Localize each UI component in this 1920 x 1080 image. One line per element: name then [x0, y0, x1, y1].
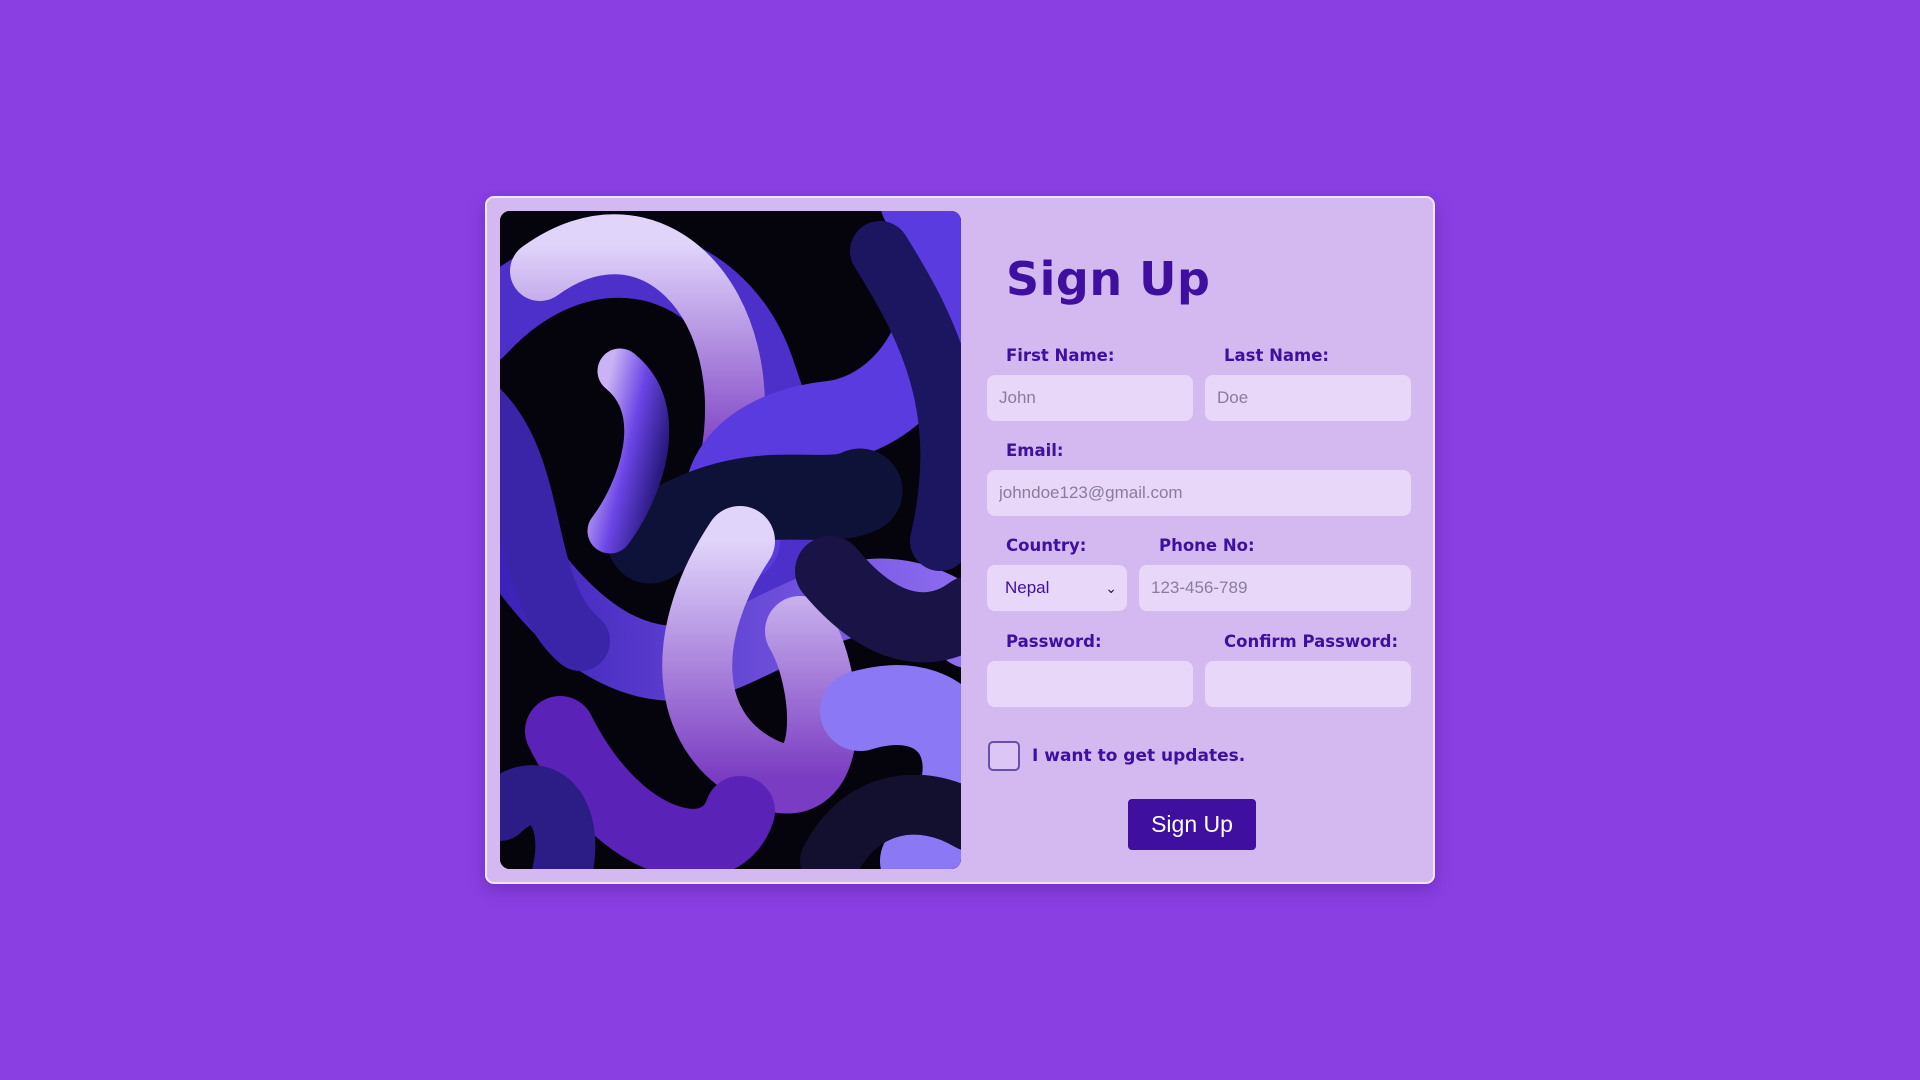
- password-label: Password:: [1006, 632, 1102, 651]
- country-label: Country:: [1006, 536, 1087, 555]
- signup-form: Sign Up First Name: Last Name: Email: Co…: [979, 198, 1419, 882]
- password-field[interactable]: [987, 661, 1193, 707]
- form-title: Sign Up: [1006, 252, 1211, 306]
- signup-button[interactable]: Sign Up: [1128, 799, 1256, 850]
- email-field[interactable]: [987, 470, 1411, 516]
- first-name-field[interactable]: [987, 375, 1193, 421]
- phone-label: Phone No:: [1159, 536, 1255, 555]
- last-name-label: Last Name:: [1224, 346, 1330, 365]
- last-name-field[interactable]: [1205, 375, 1411, 421]
- updates-checkbox[interactable]: [988, 741, 1020, 771]
- abstract-artwork-image: [500, 211, 961, 869]
- confirm-password-label: Confirm Password:: [1224, 632, 1399, 651]
- chevron-down-icon: ⌄: [1105, 580, 1117, 596]
- confirm-password-field[interactable]: [1205, 661, 1411, 707]
- abstract-swirl-graphic: [500, 211, 961, 869]
- first-name-label: First Name:: [1006, 346, 1115, 365]
- country-select[interactable]: Nepal ⌄: [987, 565, 1127, 611]
- updates-checkbox-label: I want to get updates.: [1032, 746, 1246, 766]
- email-label: Email:: [1006, 441, 1064, 460]
- signup-card: Sign Up First Name: Last Name: Email: Co…: [485, 196, 1435, 884]
- country-select-value: Nepal: [1005, 578, 1050, 597]
- phone-field[interactable]: [1139, 565, 1411, 611]
